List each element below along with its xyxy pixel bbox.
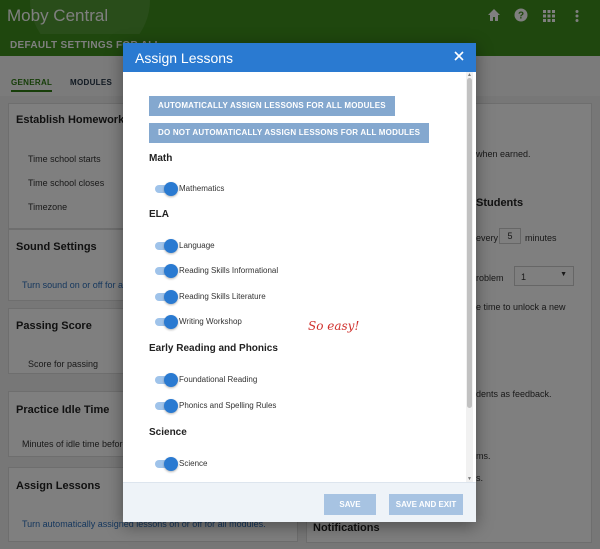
group-title-early-reading: Early Reading and Phonics bbox=[149, 343, 278, 354]
group-title-science: Science bbox=[149, 427, 187, 438]
auto-assign-all-button[interactable]: AUTOMATICALLY ASSIGN LESSONS FOR ALL MOD… bbox=[149, 96, 395, 116]
dialog-body: AUTOMATICALLY ASSIGN LESSONS FOR ALL MOD… bbox=[123, 72, 476, 482]
dialog-title: Assign Lessons bbox=[135, 50, 234, 66]
reading-literature-toggle[interactable] bbox=[155, 290, 178, 304]
dialog-header: Assign Lessons bbox=[123, 43, 476, 72]
module-label: Language bbox=[179, 241, 215, 250]
dialog-scrollbar[interactable]: ▲ ▼ bbox=[466, 72, 473, 482]
scrollbar-thumb[interactable] bbox=[467, 78, 472, 408]
mathematics-toggle[interactable] bbox=[155, 182, 178, 196]
foundational-reading-toggle[interactable] bbox=[155, 373, 178, 387]
writing-workshop-toggle[interactable] bbox=[155, 315, 178, 329]
no-auto-assign-all-button[interactable]: DO NOT AUTOMATICALLY ASSIGN LESSONS FOR … bbox=[149, 123, 430, 143]
assign-lessons-dialog: Assign Lessons AUTOMATICALLY ASSIGN LESS… bbox=[123, 43, 476, 522]
module-label: Phonics and Spelling Rules bbox=[179, 401, 277, 410]
save-and-exit-button[interactable]: SAVE AND EXIT bbox=[389, 494, 463, 515]
handwritten-annotation: So easy! bbox=[308, 319, 360, 333]
module-label: Writing Workshop bbox=[179, 317, 242, 326]
module-label: Mathematics bbox=[179, 184, 225, 193]
group-title-ela: ELA bbox=[149, 209, 169, 220]
group-title-math: Math bbox=[149, 153, 173, 164]
module-label: Foundational Reading bbox=[179, 375, 258, 384]
reading-informational-toggle[interactable] bbox=[155, 264, 178, 278]
science-toggle[interactable] bbox=[155, 457, 178, 471]
module-label: Science bbox=[179, 459, 208, 468]
module-label: Reading Skills Informational bbox=[179, 266, 279, 275]
dialog-footer: SAVE SAVE AND EXIT bbox=[123, 482, 476, 522]
close-icon[interactable] bbox=[450, 48, 468, 66]
module-label: Reading Skills Literature bbox=[179, 292, 266, 301]
language-toggle[interactable] bbox=[155, 239, 178, 253]
save-button[interactable]: SAVE bbox=[324, 494, 376, 515]
phonics-toggle[interactable] bbox=[155, 399, 178, 413]
